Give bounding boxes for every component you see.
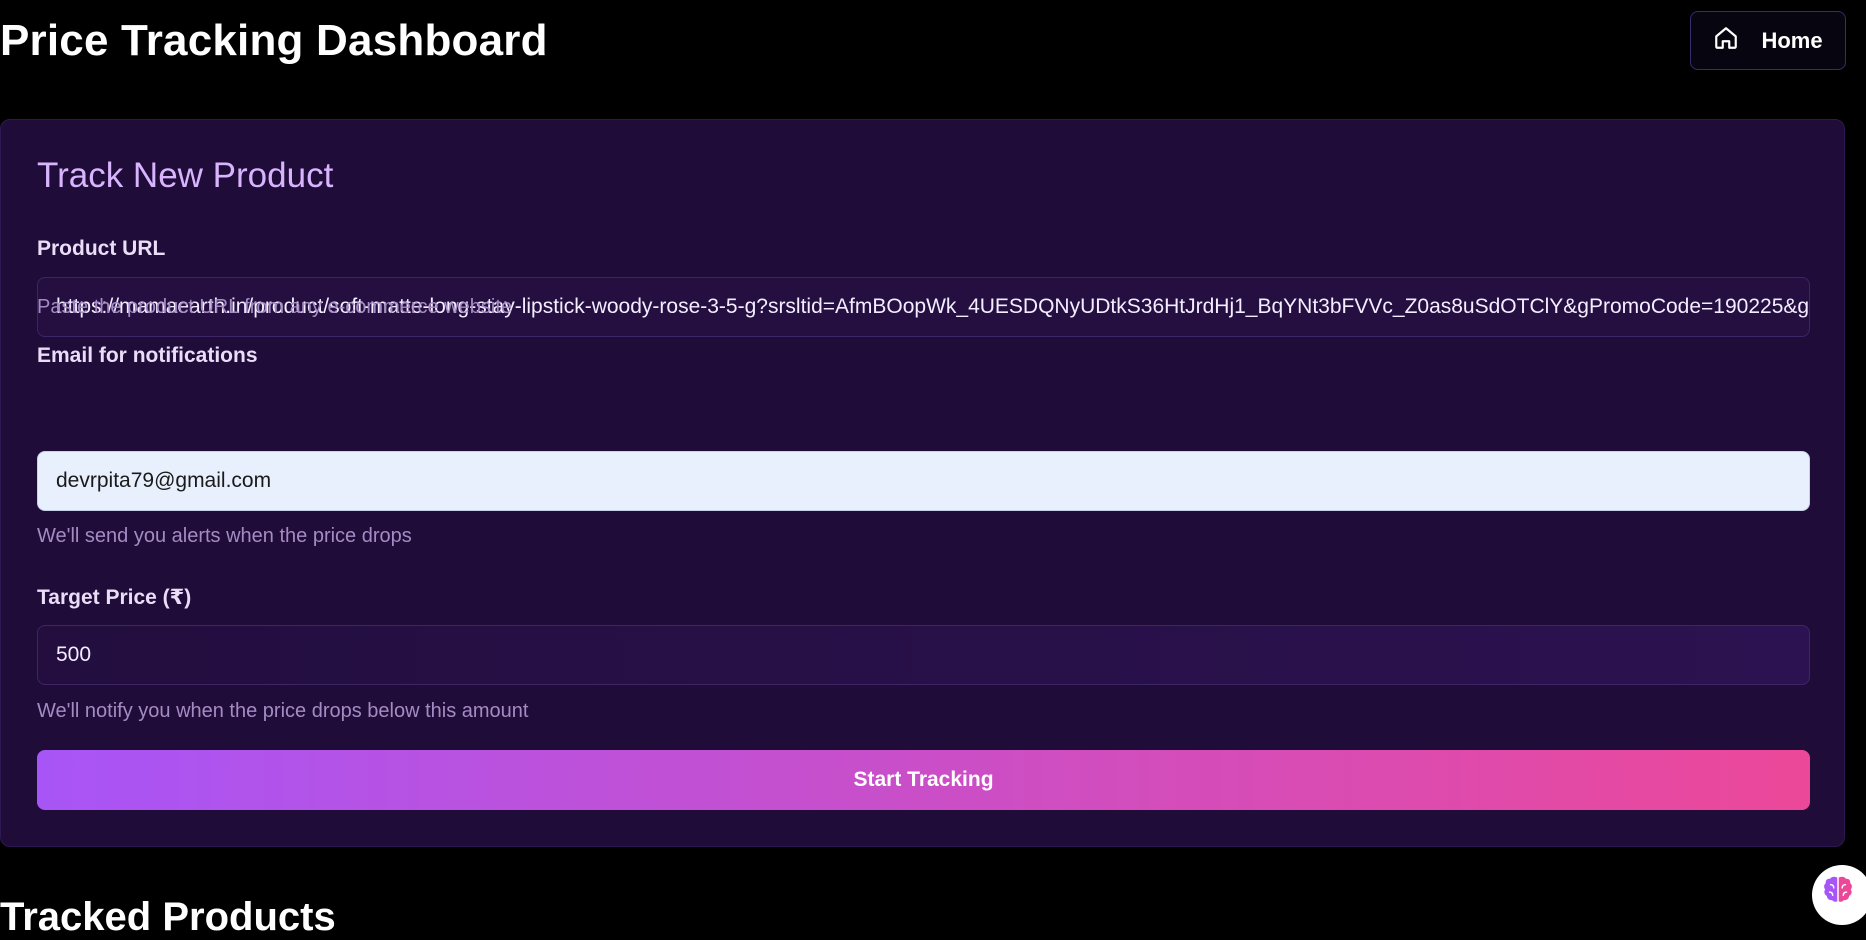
target-price-input[interactable]: 500	[37, 625, 1810, 685]
email-label: Email for notifications	[37, 344, 258, 367]
assistant-widget-button[interactable]	[1812, 865, 1866, 925]
target-price-hint: We'll notify you when the price drops be…	[37, 700, 529, 722]
product-url-hint: Paste the product URL from any e-commerc…	[37, 296, 513, 318]
brain-icon	[1821, 873, 1863, 918]
email-input[interactable]: devrpita79@gmail.com	[37, 451, 1810, 511]
home-button[interactable]: Home	[1690, 11, 1846, 70]
product-url-label: Product URL	[37, 237, 166, 260]
target-price-value: 500	[56, 643, 92, 666]
home-button-label: Home	[1761, 27, 1823, 53]
page-title: Price Tracking Dashboard	[0, 16, 548, 65]
email-hint: We'll send you alerts when the price dro…	[37, 525, 412, 547]
home-icon	[1713, 25, 1739, 57]
email-value: devrpita79@gmail.com	[56, 469, 272, 492]
card-title: Track New Product	[37, 156, 334, 195]
track-product-card: Track New Product Product URL https://ma…	[0, 119, 1845, 847]
tracked-products-title: Tracked Products	[0, 895, 336, 939]
start-tracking-button[interactable]: Start Tracking	[37, 750, 1810, 810]
target-price-label: Target Price (₹)	[37, 586, 192, 609]
